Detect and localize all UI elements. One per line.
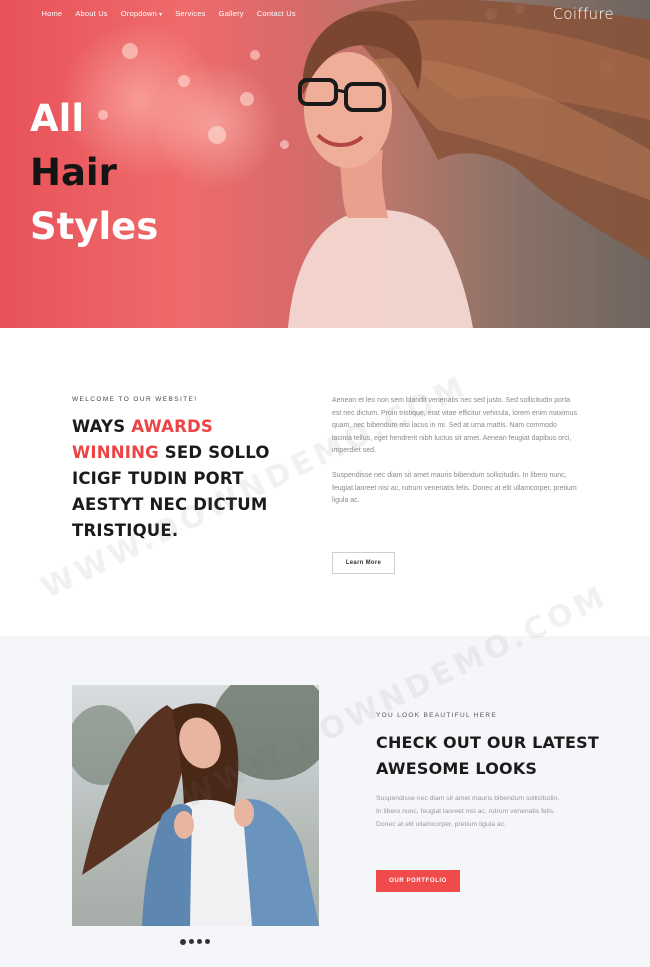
heading-text: WAYS: [72, 417, 132, 436]
about-heading: WAYS AWARDS WINNING SED SOLLO ICIGF TUDIN…: [72, 414, 282, 544]
portfolio-model-image: [72, 685, 319, 926]
heading-accent: AWARDS: [131, 417, 213, 436]
nav-gallery[interactable]: Gallery: [212, 6, 250, 21]
main-navigation: Home About Us Oropdown ▾ Services Gallery…: [35, 6, 302, 21]
nav-dropdown-label: Oropdown: [120, 9, 157, 18]
portfolio-slider-image[interactable]: [72, 685, 319, 926]
hero-title-line: Hair: [30, 151, 117, 194]
portfolio-description: Suspendisse nec diam sit amet mauris bib…: [376, 795, 560, 828]
bokeh-light: [150, 60, 280, 190]
bokeh-light: [208, 126, 226, 144]
nav-contact-us[interactable]: Contact Us: [250, 6, 302, 21]
our-portfolio-button[interactable]: OUR PORTFOLIO: [376, 870, 460, 892]
hero-title-line: All: [30, 97, 85, 140]
portfolio-heading: CHECK OUT OUR LATEST AWESOME LOOKS: [376, 733, 599, 778]
slider-dot[interactable]: [189, 939, 194, 944]
heading-accent: WINNING: [72, 443, 159, 462]
portfolio-sub-label: YOU LOOK BEAUTIFUL HERE: [376, 712, 498, 719]
hero-title-line: Styles: [30, 205, 159, 248]
bokeh-light: [240, 92, 254, 106]
bokeh-light: [122, 43, 138, 59]
slider-dot[interactable]: [197, 939, 202, 944]
bokeh-light: [178, 75, 190, 87]
hero-title: All Hair Styles: [30, 92, 158, 254]
slider-pagination: [180, 938, 210, 945]
nav-services[interactable]: Services: [169, 6, 212, 21]
slider-dot[interactable]: [205, 939, 210, 944]
slider-dot[interactable]: [180, 938, 186, 945]
nav-home[interactable]: Home: [35, 6, 69, 21]
nav-dropdown[interactable]: Oropdown ▾: [114, 6, 168, 21]
about-paragraph: Suspendisse nec diam sit amet mauris bib…: [332, 471, 577, 505]
chevron-down-icon: ▾: [158, 12, 163, 18]
about-description: Aenean et leo non sem blandit venenatis …: [332, 395, 577, 508]
hero-model-image: [288, 0, 650, 328]
nav-about-us[interactable]: About Us: [69, 6, 114, 21]
brand-logo[interactable]: Coiffure: [553, 5, 614, 23]
welcome-label: WELCOME TO OUR WEBSITE!: [72, 396, 198, 403]
hero-banner: Home About Us Oropdown ▾ Services Gallery…: [0, 0, 650, 328]
about-paragraph: Aenean et leo non sem blandit venenatis …: [332, 397, 577, 455]
bokeh-light: [250, 50, 260, 60]
learn-more-button[interactable]: Learn More: [332, 552, 395, 574]
